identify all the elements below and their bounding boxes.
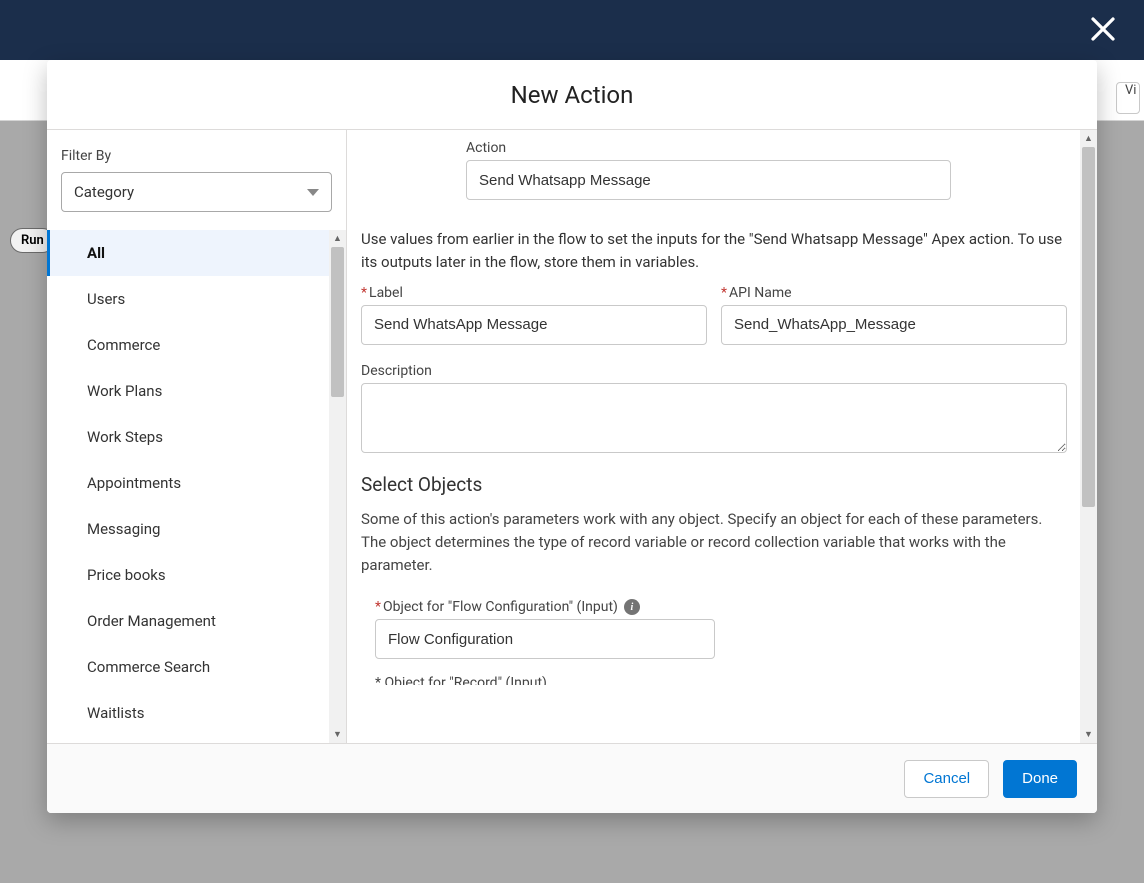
label-field-label: *Label (361, 285, 707, 301)
main-panel: Action Use values from earlier in the fl… (347, 130, 1097, 743)
category-item-waitlists[interactable]: Waitlists (47, 690, 346, 736)
category-item-work-steps[interactable]: Work Steps (47, 414, 346, 460)
cancel-button[interactable]: Cancel (904, 760, 989, 798)
action-input[interactable] (466, 160, 951, 200)
category-item-commerce-search[interactable]: Commerce Search (47, 644, 346, 690)
api-name-field-label: *API Name (721, 285, 1067, 301)
chevron-down-icon (307, 189, 319, 196)
select-objects-title: Select Objects (361, 473, 1067, 496)
close-icon[interactable] (1088, 14, 1118, 44)
select-objects-help: Some of this action's parameters work wi… (361, 508, 1067, 578)
top-bar (0, 0, 1144, 60)
modal-header: New Action (47, 60, 1097, 130)
category-list-wrapper: All Users Commerce Work Plans Work Steps… (47, 230, 346, 743)
sidebar-scrollbar-thumb[interactable] (331, 247, 344, 397)
main-scrollbar[interactable]: ▲ ▼ (1080, 130, 1097, 743)
modal-footer: Cancel Done (47, 743, 1097, 813)
done-button[interactable]: Done (1003, 760, 1077, 798)
main-content: Action Use values from earlier in the fl… (347, 130, 1097, 743)
api-name-input[interactable] (721, 305, 1067, 345)
category-item-order-management[interactable]: Order Management (47, 598, 346, 644)
category-list: All Users Commerce Work Plans Work Steps… (47, 230, 346, 743)
filter-select-value: Category (74, 183, 134, 201)
label-apiname-row: *Label *API Name (361, 285, 1067, 345)
scroll-down-icon[interactable]: ▼ (1080, 726, 1097, 743)
label-field-block: *Label (361, 285, 707, 345)
new-action-modal: New Action Filter By Category All Users … (47, 60, 1097, 813)
filter-category-select[interactable]: Category (61, 172, 332, 212)
category-item-users[interactable]: Users (47, 276, 346, 322)
action-help-text: Use values from earlier in the flow to s… (361, 228, 1067, 275)
action-field-block: Action (466, 140, 951, 200)
category-item-price-books[interactable]: Price books (47, 552, 346, 598)
object-flow-config-input[interactable] (375, 619, 715, 659)
sidebar-scrollbar[interactable]: ▲ ▼ (329, 230, 346, 743)
scroll-down-icon[interactable]: ▼ (329, 726, 346, 743)
category-item-all[interactable]: All (47, 230, 346, 276)
object-flow-config-block: *Object for "Flow Configuration" (Input)… (375, 599, 715, 659)
category-item-work-plans[interactable]: Work Plans (47, 368, 346, 414)
object-record-label-partial: * Object for "Record" (Input) (375, 675, 1067, 685)
description-field-block: Description (361, 363, 1067, 457)
background-partial-button[interactable]: Vi (1116, 82, 1140, 114)
action-label: Action (466, 140, 951, 156)
main-scrollbar-thumb[interactable] (1082, 147, 1095, 507)
api-name-field-block: *API Name (721, 285, 1067, 345)
category-item-commerce[interactable]: Commerce (47, 322, 346, 368)
filter-sidebar: Filter By Category All Users Commerce Wo… (47, 130, 347, 743)
label-input[interactable] (361, 305, 707, 345)
filter-by-label: Filter By (47, 148, 346, 172)
category-item-appointments[interactable]: Appointments (47, 460, 346, 506)
scroll-up-icon[interactable]: ▲ (1080, 130, 1097, 147)
modal-body: Filter By Category All Users Commerce Wo… (47, 130, 1097, 743)
info-icon[interactable]: i (624, 599, 640, 615)
object-flow-config-label: *Object for "Flow Configuration" (Input)… (375, 599, 715, 615)
category-item-messaging[interactable]: Messaging (47, 506, 346, 552)
scroll-up-icon[interactable]: ▲ (329, 230, 346, 247)
description-label: Description (361, 363, 1067, 379)
description-textarea[interactable] (361, 383, 1067, 453)
modal-title: New Action (511, 81, 634, 109)
